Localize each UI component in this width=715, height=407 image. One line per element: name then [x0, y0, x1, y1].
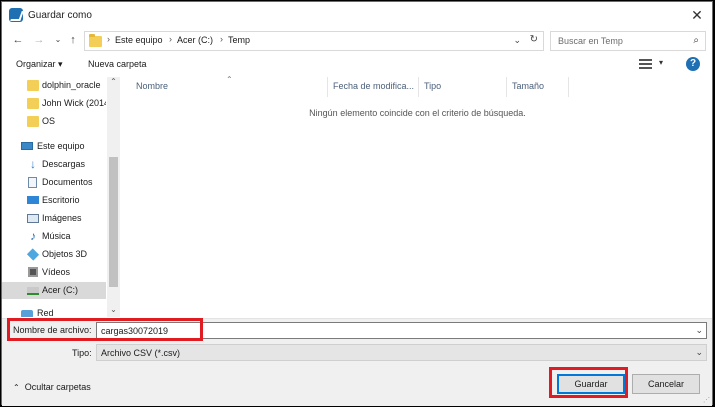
navigation-bar: ← → ⌄ ↑ › Este equipo › Acer (C:) › Temp…: [2, 30, 712, 52]
close-icon[interactable]: ✕: [686, 5, 708, 25]
sidebar-item-label: Música: [42, 231, 71, 241]
sidebar-item-imagenes[interactable]: Imágenes: [2, 210, 106, 227]
column-header-name[interactable]: Nombre: [136, 81, 168, 91]
forward-arrow-icon[interactable]: →: [31, 32, 47, 48]
computer-icon: [21, 142, 33, 150]
column-divider[interactable]: [506, 77, 507, 97]
sidebar-item-label: John Wick (2014: [42, 98, 106, 108]
documents-icon: [28, 177, 37, 188]
sidebar-item-os[interactable]: OS: [2, 113, 106, 130]
file-type-label: Tipo:: [72, 348, 92, 358]
drive-icon: [27, 287, 39, 295]
sidebar-item-label: Objetos 3D: [42, 249, 88, 259]
new-folder-button[interactable]: Nueva carpeta: [88, 59, 147, 69]
resize-grip-icon[interactable]: ⋰: [703, 396, 710, 404]
address-bar[interactable]: › Este equipo › Acer (C:) › Temp ⌄ ↻: [84, 31, 544, 51]
sidebar-item-videos[interactable]: Vídeos: [2, 264, 106, 281]
folder-icon: [89, 34, 102, 47]
folder-icon: [27, 116, 39, 127]
sidebar-item-musica[interactable]: ♪ Música: [2, 228, 106, 245]
sidebar-item-label: Descargas: [42, 159, 86, 169]
title-bar: Guardar como ✕: [2, 2, 712, 29]
sidebar-item-label: Documentos: [42, 177, 93, 187]
sidebar-item-label: Este equipo: [37, 141, 85, 151]
column-divider[interactable]: [327, 77, 328, 97]
navigation-pane: dolphin_oracle John Wick (2014 OS Este e…: [2, 77, 120, 317]
column-header-type[interactable]: Tipo: [424, 81, 441, 91]
search-input[interactable]: Buscar en Temp: [558, 36, 623, 46]
save-options-panel: Nombre de archivo: cargas30072019 ⌄ Tipo…: [2, 318, 712, 406]
chevron-down-icon[interactable]: ⌄: [513, 35, 521, 46]
file-type-select[interactable]: Archivo CSV (*.csv) ⌄: [96, 344, 707, 361]
recent-locations-icon[interactable]: ⌄: [50, 32, 66, 48]
refresh-icon[interactable]: ↻: [530, 34, 538, 45]
search-icon[interactable]: ⌕: [693, 35, 699, 46]
folder-icon: [27, 98, 39, 109]
sidebar-item-label: OS: [42, 116, 56, 126]
chevron-up-icon: ⌃: [13, 383, 20, 392]
sort-ascending-icon: ⌃: [226, 75, 233, 84]
desktop-icon: [27, 196, 39, 204]
organize-button[interactable]: Organizar ▾: [16, 59, 63, 70]
empty-folder-message: Ningún elemento coincide con el criterio…: [309, 108, 526, 118]
sidebar-item-red[interactable]: Red: [2, 305, 106, 317]
sidebar-item-label: Vídeos: [42, 267, 71, 277]
filename-label: Nombre de archivo:: [13, 325, 92, 335]
chevron-down-icon[interactable]: ⌄: [695, 347, 703, 358]
videos-icon: [28, 267, 38, 277]
folder-icon: [27, 80, 39, 91]
sidebar-item-acer-c[interactable]: Acer (C:): [2, 282, 106, 299]
sidebar-item-label: Acer (C:): [42, 285, 78, 295]
toolbar: Organizar ▾ Nueva carpeta ▾ ?: [2, 54, 712, 76]
cancel-button[interactable]: Cancelar: [632, 374, 700, 394]
filename-field[interactable]: cargas30072019 ⌄: [96, 322, 707, 339]
sidebar-item-label: Red: [37, 308, 54, 317]
up-arrow-icon[interactable]: ↑: [65, 32, 81, 48]
breadcrumb-temp[interactable]: Temp: [228, 35, 250, 45]
hide-folders-toggle[interactable]: ⌃ Ocultar carpetas: [13, 382, 91, 392]
column-header-date[interactable]: Fecha de modifica...: [333, 81, 414, 91]
chevron-down-icon[interactable]: ▾: [659, 58, 663, 67]
network-icon: [21, 310, 33, 317]
sidebar-item-documentos[interactable]: Documentos: [2, 174, 106, 191]
sidebar-item-label: Escritorio: [42, 195, 80, 205]
search-box[interactable]: Buscar en Temp ⌕: [550, 31, 706, 51]
chevron-right-icon: ›: [220, 34, 223, 44]
chevron-right-icon: ›: [107, 34, 110, 44]
chevron-right-icon: ›: [169, 34, 172, 44]
save-button[interactable]: Guardar: [557, 374, 625, 394]
pictures-icon: [27, 214, 39, 223]
column-header-size[interactable]: Tamaño: [512, 81, 544, 91]
music-icon: ♪: [30, 229, 36, 243]
window-title: Guardar como: [28, 10, 92, 21]
sidebar-item-label: Imágenes: [42, 213, 82, 223]
scroll-up-icon[interactable]: ⌃: [107, 77, 120, 89]
sidebar-item-descargas[interactable]: ↓ Descargas: [2, 156, 106, 173]
sidebar-item-objetos-3d[interactable]: Objetos 3D: [2, 246, 106, 263]
app-icon: [9, 8, 23, 22]
objects3d-icon: [26, 248, 40, 261]
help-icon[interactable]: ?: [686, 57, 700, 71]
column-divider[interactable]: [568, 77, 569, 97]
sidebar-scrollbar[interactable]: ⌃ ⌄: [107, 77, 120, 317]
sidebar-item-escritorio[interactable]: Escritorio: [2, 192, 106, 209]
chevron-down-icon[interactable]: ⌄: [695, 325, 703, 336]
filename-value[interactable]: cargas30072019: [101, 326, 168, 336]
breadcrumb-este-equipo[interactable]: Este equipo: [115, 35, 163, 45]
sidebar-item-label: dolphin_oracle: [42, 80, 101, 90]
file-type-value[interactable]: Archivo CSV (*.csv): [101, 348, 180, 358]
file-list[interactable]: ⌃ Nombre Fecha de modifica... Tipo Tamañ…: [122, 75, 713, 317]
back-arrow-icon[interactable]: ←: [10, 32, 26, 48]
view-options-icon[interactable]: [639, 59, 652, 69]
column-divider[interactable]: [418, 77, 419, 97]
downloads-icon: ↓: [30, 157, 36, 171]
save-dialog: Guardar como ✕ ← → ⌄ ↑ › Este equipo › A…: [1, 1, 713, 406]
hide-folders-label: Ocultar carpetas: [24, 382, 91, 392]
breadcrumb-acer[interactable]: Acer (C:): [177, 35, 213, 45]
scroll-down-icon[interactable]: ⌄: [107, 305, 120, 317]
sidebar-item-dolphin-oracle[interactable]: dolphin_oracle: [2, 77, 106, 94]
sidebar-item-john-wick[interactable]: John Wick (2014: [2, 95, 106, 112]
sidebar-item-este-equipo[interactable]: Este equipo: [2, 138, 106, 155]
scrollbar-thumb[interactable]: [109, 157, 118, 287]
